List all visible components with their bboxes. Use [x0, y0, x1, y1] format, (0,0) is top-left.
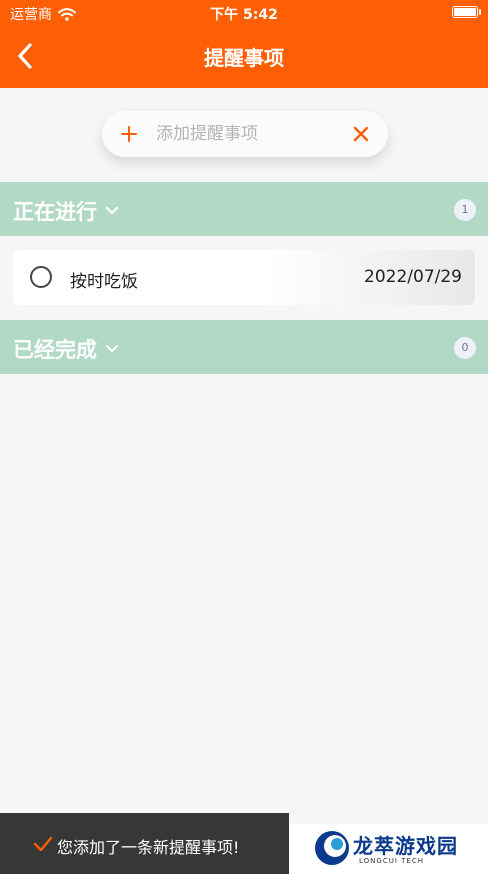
watermark-name: 龙萃游戏园	[353, 834, 458, 858]
count-badge: 1	[454, 199, 476, 221]
task-item[interactable]: 按时吃饭 2022/07/29	[13, 250, 475, 305]
clear-button[interactable]	[350, 123, 372, 145]
task-name: 按时吃饭	[70, 272, 138, 292]
chevron-down-icon	[105, 344, 119, 353]
section-in-progress[interactable]: 正在进行 1	[0, 182, 488, 236]
plus-icon[interactable]	[120, 122, 138, 146]
battery-level	[454, 8, 476, 16]
count-badge: 0	[454, 337, 476, 359]
add-reminder-input[interactable]	[156, 120, 336, 148]
toast-message: 您添加了一条新提醒事项!	[57, 838, 240, 857]
navigation-bar: 提醒事项	[0, 26, 488, 88]
battery-icon	[452, 6, 481, 18]
checkmark-icon	[33, 836, 53, 852]
page-title: 提醒事项	[204, 46, 284, 70]
section-title: 正在进行	[13, 196, 119, 226]
watermark-subtitle: LONGCUI TECH	[359, 857, 424, 865]
status-time: 下午 5:42	[210, 7, 278, 23]
task-date: 2022/07/29	[364, 267, 462, 287]
status-bar: 运营商 下午 5:42	[0, 0, 488, 26]
toast-notification: 您添加了一条新提醒事项!	[0, 813, 289, 874]
watermark-logo-icon	[315, 831, 349, 865]
add-reminder-bar	[102, 111, 388, 157]
watermark: 龙萃游戏园 LONGCUI TECH	[289, 824, 488, 874]
section-title-label: 已经完成	[13, 338, 97, 362]
section-completed[interactable]: 已经完成 0	[0, 320, 488, 374]
chevron-down-icon	[105, 206, 119, 215]
task-checkbox[interactable]	[30, 266, 52, 288]
section-title: 已经完成	[13, 334, 119, 364]
section-title-label: 正在进行	[13, 200, 97, 224]
close-icon	[353, 126, 369, 142]
